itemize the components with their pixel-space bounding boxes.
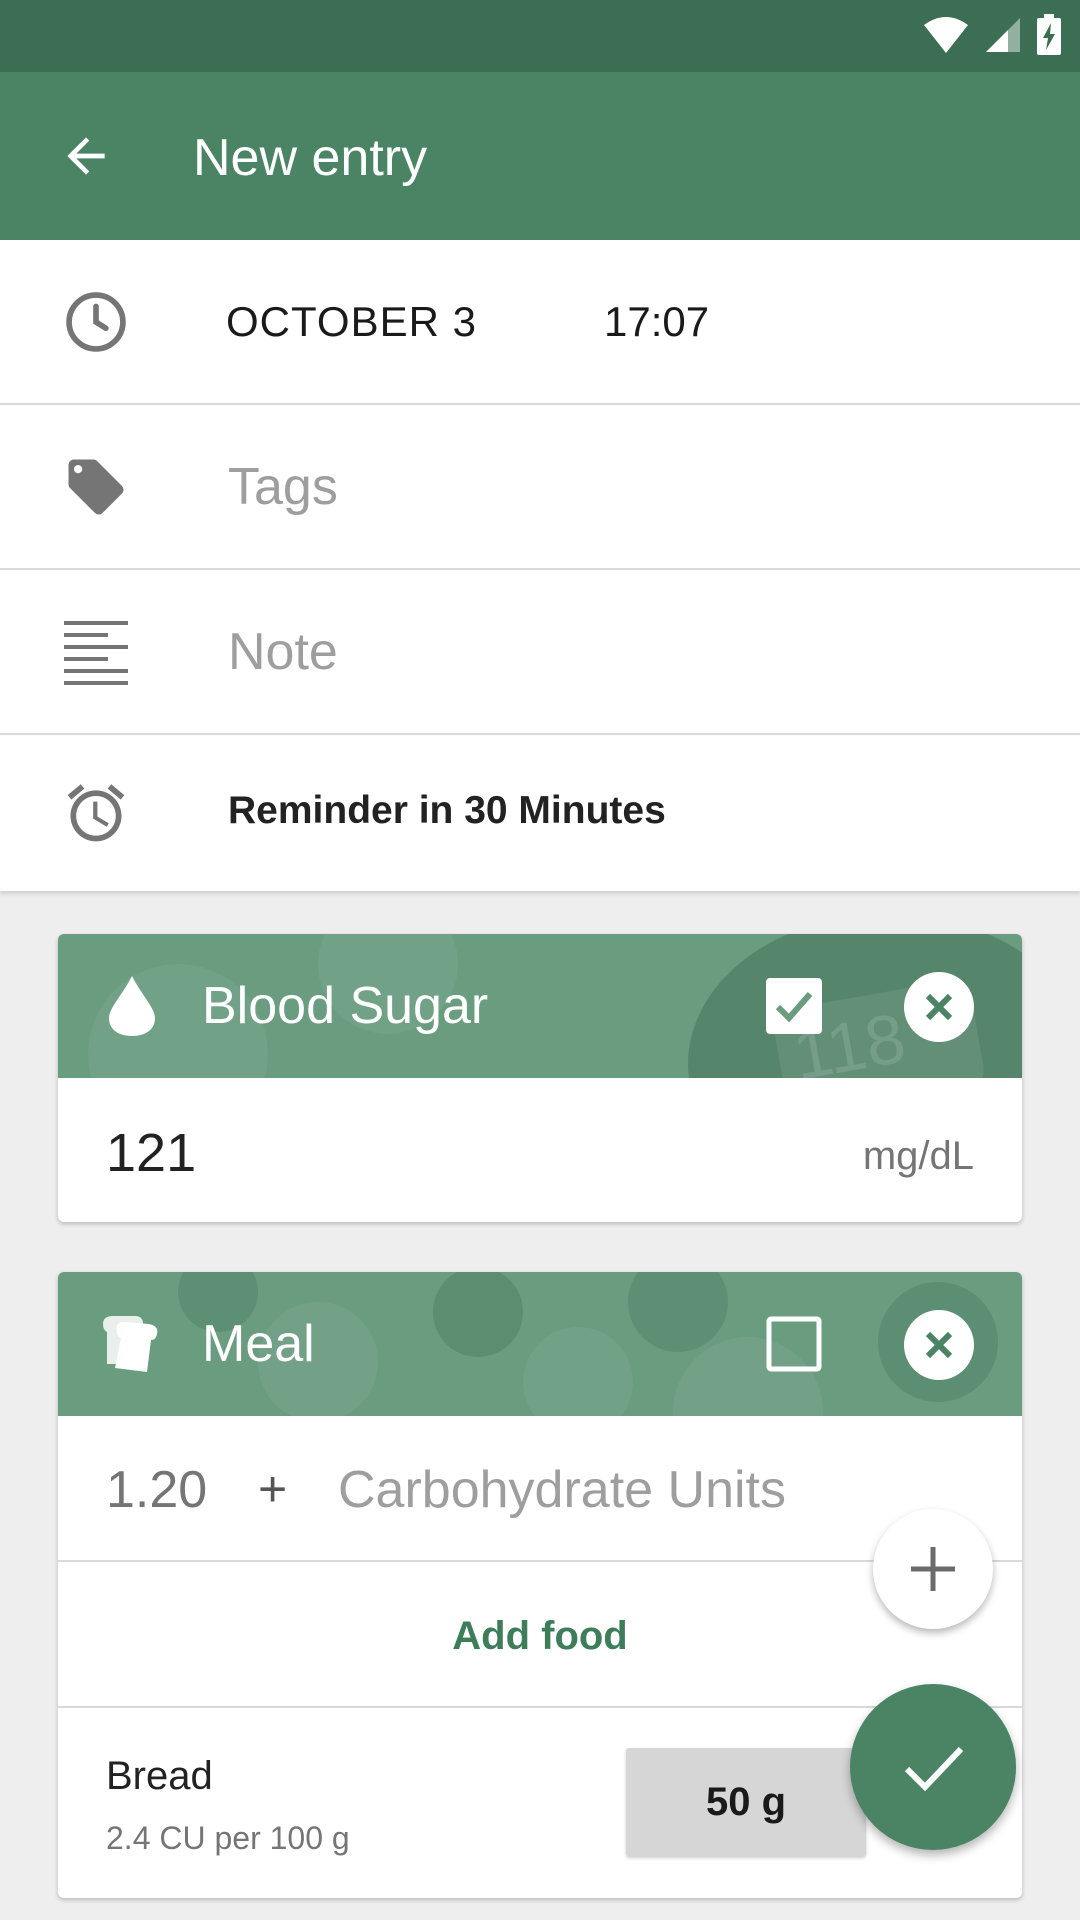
wifi-icon — [924, 17, 968, 53]
entry-form: OCTOBER 3 17:07 Tags Note Reminder in 30… — [0, 240, 1080, 891]
date-button[interactable]: OCTOBER 3 — [226, 298, 477, 346]
cell-signal-icon — [986, 18, 1020, 52]
tags-row[interactable]: Tags — [0, 405, 1080, 570]
note-input[interactable]: Note — [228, 622, 338, 682]
meal-checkbox[interactable] — [764, 1314, 824, 1374]
checkbox-checked-icon — [766, 978, 822, 1034]
close-icon — [925, 993, 953, 1021]
notes-lines-icon — [58, 614, 134, 690]
tag-icon — [58, 449, 134, 525]
tags-input[interactable]: Tags — [228, 457, 338, 517]
note-row[interactable]: Note — [0, 570, 1080, 735]
app-bar: New entry — [0, 72, 1080, 240]
plus-icon — [911, 1547, 955, 1591]
meal-value-row: 1.20 + Carbohydrate Units — [58, 1416, 1022, 1562]
blood-sugar-title: Blood Sugar — [202, 977, 489, 1035]
status-icons — [922, 14, 1062, 56]
back-button[interactable] — [44, 114, 128, 198]
checkbox-unchecked-icon — [766, 1316, 822, 1372]
blood-sugar-value-row: 121 mg/dL — [58, 1078, 1022, 1222]
add-food-button[interactable]: Add food — [58, 1614, 1022, 1659]
meal-value: 1.20 — [106, 1461, 208, 1519]
blood-sugar-checkbox[interactable] — [764, 976, 824, 1036]
close-icon — [925, 1331, 953, 1359]
alarm-icon — [58, 775, 134, 851]
blood-sugar-header: 118 Blood Sugar — [58, 934, 1022, 1078]
food-name: Bread — [106, 1754, 213, 1798]
food-detail: 2.4 CU per 100 g — [106, 1820, 350, 1856]
clock-icon — [58, 284, 134, 360]
carbohydrate-units-input[interactable]: Carbohydrate Units — [338, 1460, 786, 1520]
drop-icon — [94, 968, 170, 1044]
remove-blood-sugar-button[interactable] — [904, 972, 974, 1042]
blood-sugar-unit: mg/dL — [862, 1134, 974, 1178]
blood-sugar-input[interactable]: 121 — [106, 1122, 196, 1184]
meal-plus-sign: + — [258, 1461, 288, 1517]
blood-sugar-card: 118 Blood Sugar 121 mg/dL — [58, 934, 1022, 1222]
battery-charging-icon — [1037, 14, 1061, 55]
remove-meal-button[interactable] — [904, 1310, 974, 1380]
reminder-row[interactable]: Reminder in 30 Minutes — [0, 735, 1080, 891]
status-bar — [0, 0, 1080, 72]
datetime-row: OCTOBER 3 17:07 — [0, 240, 1080, 405]
meal-header: Meal — [58, 1272, 1022, 1416]
time-button[interactable]: 17:07 — [604, 298, 709, 346]
save-entry-button[interactable] — [850, 1684, 1016, 1850]
meal-title: Meal — [202, 1315, 315, 1373]
page-title: New entry — [193, 129, 428, 187]
bread-icon — [94, 1306, 170, 1382]
add-measurement-button[interactable] — [873, 1509, 993, 1629]
food-amount-button[interactable]: 50 g — [626, 1748, 866, 1856]
check-icon — [904, 1746, 964, 1792]
arrow-left-icon — [67, 137, 105, 175]
reminder-label[interactable]: Reminder in 30 Minutes — [228, 789, 666, 833]
